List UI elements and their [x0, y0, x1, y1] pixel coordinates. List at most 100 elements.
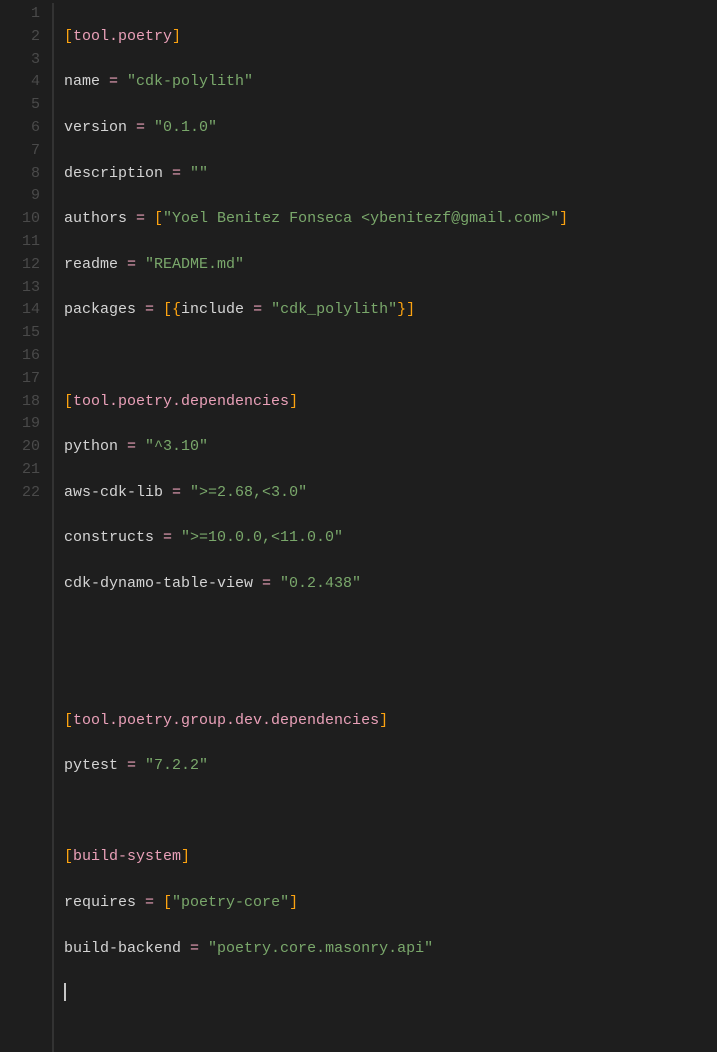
section-name: tool.poetry.dependencies — [73, 393, 289, 410]
equals: = — [154, 529, 181, 546]
line-number: 16 — [0, 345, 40, 368]
toml-string: "poetry.core.masonry.api" — [208, 940, 433, 957]
line-number: 8 — [0, 163, 40, 186]
code-line-empty — [64, 619, 717, 642]
line-number: 2 — [0, 26, 40, 49]
line-number: 15 — [0, 322, 40, 345]
toml-string: "README.md" — [145, 256, 244, 273]
equals: = — [118, 438, 145, 455]
toml-string: "Yoel Benitez Fonseca <ybenitezf@gmail.c… — [163, 210, 559, 227]
equals: = — [181, 940, 208, 957]
toml-string: ">=10.0.0,<11.0.0" — [181, 529, 343, 546]
line-number: 13 — [0, 277, 40, 300]
line-number: 7 — [0, 140, 40, 163]
toml-string: "^3.10" — [145, 438, 208, 455]
code-line-empty — [64, 345, 717, 368]
code-line: pytest = "7.2.2" — [64, 755, 717, 778]
toml-key: description — [64, 165, 163, 182]
code-line: aws-cdk-lib = ">=2.68,<3.0" — [64, 482, 717, 505]
code-line — [64, 983, 717, 1006]
bracket-close: ] — [181, 848, 190, 865]
toml-key: include — [181, 301, 244, 318]
section-name: build-system — [73, 848, 181, 865]
line-number: 12 — [0, 254, 40, 277]
toml-key: build-backend — [64, 940, 181, 957]
equals: = — [253, 575, 280, 592]
equals: = — [127, 210, 154, 227]
equals: = — [136, 301, 163, 318]
equals: = — [118, 256, 145, 273]
line-number-gutter: 12345678910111213141516171819202122 — [0, 3, 52, 1052]
code-line: [tool.poetry.group.dev.dependencies] — [64, 710, 717, 733]
section-name: tool.poetry.group.dev.dependencies — [73, 712, 379, 729]
code-line: cdk-dynamo-table-view = "0.2.438" — [64, 573, 717, 596]
equals: = — [127, 119, 154, 136]
line-number: 18 — [0, 391, 40, 414]
equals: = — [118, 757, 145, 774]
code-area[interactable]: [tool.poetry] name = "cdk-polylith" vers… — [52, 3, 717, 1052]
toml-string: "7.2.2" — [145, 757, 208, 774]
text-cursor-icon — [64, 983, 66, 1001]
equals: = — [244, 301, 271, 318]
code-editor: 12345678910111213141516171819202122 [too… — [0, 0, 717, 1052]
code-line: packages = [{include = "cdk_polylith"}] — [64, 299, 717, 322]
line-number: 3 — [0, 49, 40, 72]
bracket-close: ] — [172, 28, 181, 45]
toml-string: ">=2.68,<3.0" — [190, 484, 307, 501]
line-number: 1 — [0, 3, 40, 26]
equals: = — [100, 73, 127, 90]
bracket-open: [ — [64, 393, 73, 410]
toml-string: "poetry-core" — [172, 894, 289, 911]
code-line: requires = ["poetry-core"] — [64, 892, 717, 915]
line-number: 5 — [0, 94, 40, 117]
toml-key: readme — [64, 256, 118, 273]
code-line: python = "^3.10" — [64, 436, 717, 459]
code-line-empty — [64, 664, 717, 687]
code-line: [tool.poetry.dependencies] — [64, 391, 717, 414]
bracket-open: [ — [64, 848, 73, 865]
toml-key: packages — [64, 301, 136, 318]
equals: = — [163, 165, 190, 182]
bracket-close: ] — [379, 712, 388, 729]
line-number: 10 — [0, 208, 40, 231]
code-line: authors = ["Yoel Benitez Fonseca <ybenit… — [64, 208, 717, 231]
toml-key: aws-cdk-lib — [64, 484, 163, 501]
toml-key: cdk-dynamo-table-view — [64, 575, 253, 592]
bracket-close: ] — [559, 210, 568, 227]
toml-key: python — [64, 438, 118, 455]
bracket-open: [ — [163, 894, 172, 911]
toml-key: requires — [64, 894, 136, 911]
line-number: 9 — [0, 185, 40, 208]
equals: = — [163, 484, 190, 501]
section-name: tool.poetry — [73, 28, 172, 45]
code-line: build-backend = "poetry.core.masonry.api… — [64, 938, 717, 961]
toml-string: "" — [190, 165, 208, 182]
line-number: 14 — [0, 299, 40, 322]
line-number: 4 — [0, 71, 40, 94]
toml-string: "0.1.0" — [154, 119, 217, 136]
line-number: 11 — [0, 231, 40, 254]
toml-key: constructs — [64, 529, 154, 546]
line-number: 20 — [0, 436, 40, 459]
bracket-close: ] — [289, 894, 298, 911]
line-number: 17 — [0, 368, 40, 391]
bracket-open: [ — [64, 28, 73, 45]
line-number: 19 — [0, 413, 40, 436]
line-number: 22 — [0, 482, 40, 505]
toml-string: "0.2.438" — [280, 575, 361, 592]
toml-key: authors — [64, 210, 127, 227]
equals: = — [136, 894, 163, 911]
code-line: constructs = ">=10.0.0,<11.0.0" — [64, 527, 717, 550]
bracket-open: [ — [64, 712, 73, 729]
toml-string: "cdk-polylith" — [127, 73, 253, 90]
bracket-close: }] — [397, 301, 415, 318]
code-line: readme = "README.md" — [64, 254, 717, 277]
toml-string: "cdk_polylith" — [271, 301, 397, 318]
code-line-empty — [64, 801, 717, 824]
toml-key: name — [64, 73, 100, 90]
code-line: [tool.poetry] — [64, 26, 717, 49]
code-line: version = "0.1.0" — [64, 117, 717, 140]
bracket-close: ] — [289, 393, 298, 410]
toml-key: pytest — [64, 757, 118, 774]
toml-key: version — [64, 119, 127, 136]
